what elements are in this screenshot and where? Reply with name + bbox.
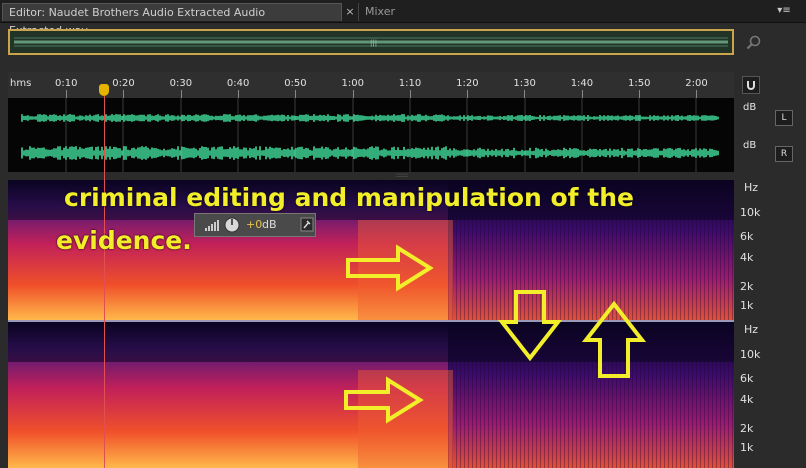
hz-bottom-label: 6k: [740, 372, 754, 385]
hz-top-unit-label: Hz: [744, 181, 759, 194]
ruler-tick-label: 0:20: [112, 78, 135, 89]
left-channel-button[interactable]: L: [775, 110, 793, 126]
ruler-tick-label: 1:40: [570, 78, 594, 89]
hz-bottom-label: 1k: [740, 441, 754, 454]
ruler-tick-mark: [467, 90, 469, 98]
ruler-tick-mark: [352, 90, 354, 98]
ruler-unit-label: hms: [10, 78, 32, 89]
magnet-icon[interactable]: [742, 76, 760, 94]
hud-gain-value[interactable]: +0: [246, 218, 262, 231]
ruler-tick-mark: [66, 90, 67, 98]
spectral-display[interactable]: [8, 180, 734, 468]
hud-gain-unit: dB: [262, 218, 277, 231]
panel-menu-icon[interactable]: ▾≡: [766, 3, 802, 19]
hz-bottom-label: 10k: [740, 348, 761, 361]
volume-meter-icon: [205, 220, 219, 231]
ruler-tick-mark: [237, 90, 239, 98]
waveform-channels: [21, 98, 719, 172]
hz-bottom-unit-label: Hz: [744, 323, 759, 336]
overview-navigator[interactable]: |||: [8, 29, 734, 55]
hz-bottom-label: 2k: [740, 422, 754, 435]
ruler-tick-label: 2:00: [685, 78, 708, 89]
ruler-tick-label: 1:50: [628, 78, 651, 89]
waveform-display[interactable]: [8, 98, 734, 172]
ruler-tick-label: 1:30: [513, 78, 536, 89]
magnify-icon[interactable]: [744, 34, 764, 52]
tab-mixer[interactable]: Mixer: [358, 3, 418, 21]
tab-editor[interactable]: Editor: Naudet Brothers Audio Extracted …: [2, 3, 342, 37]
ruler-tick-label: 0:10: [55, 78, 78, 89]
right-channel-button[interactable]: R: [775, 146, 793, 162]
panel-divider-grip[interactable]: ::::::: [390, 173, 414, 179]
ruler-tick-mark: [409, 90, 411, 98]
time-ruler[interactable]: hms 0:10 0:20 0:30 0:40 0:50 1:00 1:10 1:20 1:30…: [8, 72, 734, 98]
hz-bottom-label: 4k: [740, 393, 754, 406]
hz-top-label: 2k: [740, 280, 754, 293]
playhead-line: [104, 96, 105, 468]
ruler-tick-label: 0:40: [226, 78, 250, 89]
ruler-tick-mark: [581, 90, 583, 98]
ruler-tick-label: 1:10: [398, 78, 422, 89]
waveform-left: [21, 114, 719, 122]
overview-grip-icon[interactable]: |||: [370, 40, 382, 47]
knob-icon: [224, 217, 240, 233]
ruler-tick-mark: [696, 90, 698, 98]
ruler-tick-label: 1:20: [456, 78, 479, 89]
hz-top-label: 6k: [740, 230, 754, 243]
annotation-line-1: criminal editing and manipulation of the: [64, 183, 634, 212]
playhead-handle[interactable]: [99, 84, 109, 96]
annotation-line-2: evidence.: [56, 226, 192, 255]
ruler-tick-mark: [639, 90, 640, 98]
ruler-tick-label: 0:50: [284, 78, 307, 89]
spectrogram: [8, 180, 734, 468]
left-channel-db-label: dB: [743, 102, 757, 113]
waveform-right: [21, 146, 719, 160]
hz-top-label: 4k: [740, 251, 754, 264]
ruler-tick-mark: [524, 90, 526, 98]
tab-close-icon[interactable]: ×: [343, 3, 357, 21]
ruler-tick-mark: [295, 90, 297, 98]
ruler-tick-mark: [123, 90, 125, 98]
ruler-tick-label: 1:00: [341, 78, 364, 89]
ruler-tick-label: 0:30: [169, 78, 193, 89]
hz-top-label: 1k: [740, 299, 754, 312]
hz-top-label: 10k: [740, 206, 761, 219]
ruler-tick-mark: [180, 90, 182, 98]
pin-icon: [300, 217, 314, 232]
right-channel-db-label: dB: [743, 140, 757, 151]
